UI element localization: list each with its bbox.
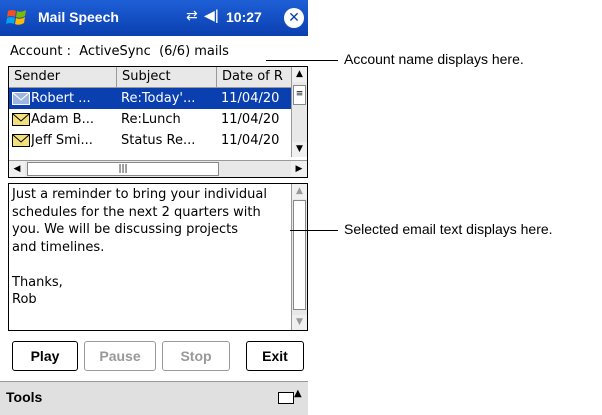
list-horizontal-scrollbar[interactable]: ◀ ||| ▶ xyxy=(9,160,307,177)
tools-menu[interactable]: Tools xyxy=(6,389,42,405)
scroll-thumb[interactable] xyxy=(293,200,306,310)
close-icon[interactable]: ✕ xyxy=(284,8,304,28)
windows-logo-icon[interactable] xyxy=(6,7,30,29)
input-menu-arrow-icon[interactable]: ▲ xyxy=(294,388,302,399)
row-date: 11/04/20 xyxy=(221,91,280,106)
title-bar: Mail Speech ⇄ ◀ǀ 10:27 ✕ xyxy=(0,0,308,36)
row-subject: Status Re... xyxy=(121,133,196,148)
horizontal-scroll-thumb[interactable]: ||| xyxy=(27,162,219,176)
scroll-left-icon[interactable]: ◀ xyxy=(9,161,25,177)
list-vertical-scrollbar[interactable]: ▲ ≡ ▼ xyxy=(291,67,307,157)
clock-time[interactable]: 10:27 xyxy=(226,9,262,25)
scroll-thumb[interactable]: ≡ xyxy=(293,85,306,105)
envelope-icon xyxy=(12,113,30,126)
row-sender: Adam B... xyxy=(31,112,94,127)
row-subject: Re:Today'... xyxy=(121,91,196,106)
account-callout-text: Account name displays here. xyxy=(344,51,524,67)
account-callout-line xyxy=(266,60,338,61)
table-row[interactable]: Adam B... Re:Lunch 11/04/20 xyxy=(9,109,291,130)
row-date: 11/04/20 xyxy=(221,133,280,148)
account-label: Account : ActiveSync (6/6) mails xyxy=(10,44,229,59)
mail-list[interactable]: Sender Subject Date of R Robert ... Re:T… xyxy=(8,66,308,178)
scroll-up-icon[interactable]: ▲ xyxy=(292,184,307,199)
column-header-date[interactable]: Date of R xyxy=(217,67,291,87)
pocket-pc-screen: Mail Speech ⇄ ◀ǀ 10:27 ✕ Account : Activ… xyxy=(0,0,308,415)
scroll-down-icon[interactable]: ▼ xyxy=(292,142,307,157)
exit-button[interactable]: Exit xyxy=(246,341,304,371)
table-row[interactable]: Jeff Smi... Status Re... 11/04/20 xyxy=(9,130,291,151)
scroll-right-icon[interactable]: ▶ xyxy=(291,161,307,177)
envelope-icon xyxy=(12,134,30,147)
email-body-box[interactable]: Just a reminder to bring your individual… xyxy=(8,183,308,331)
email-callout-line xyxy=(290,230,338,231)
row-sender: Robert ... xyxy=(31,91,91,106)
column-header-subject[interactable]: Subject xyxy=(117,67,217,87)
row-subject: Re:Lunch xyxy=(121,112,181,127)
row-date: 11/04/20 xyxy=(221,112,280,127)
envelope-read-icon xyxy=(12,92,30,105)
scroll-up-icon[interactable]: ▲ xyxy=(292,67,307,82)
play-button[interactable]: Play xyxy=(12,341,78,371)
table-row[interactable]: Robert ... Re:Today'... 11/04/20 xyxy=(9,88,291,109)
email-callout-text: Selected email text displays here. xyxy=(344,221,553,237)
sync-icon[interactable]: ⇄ xyxy=(186,8,198,24)
email-body-text: Just a reminder to bring your individual… xyxy=(12,187,267,307)
column-header-sender[interactable]: Sender xyxy=(9,67,117,87)
email-vertical-scrollbar[interactable]: ▲ ▼ xyxy=(291,184,307,330)
app-title: Mail Speech xyxy=(38,9,119,25)
list-header: Sender Subject Date of R xyxy=(9,67,291,88)
keyboard-icon[interactable] xyxy=(278,392,294,404)
row-sender: Jeff Smi... xyxy=(31,133,93,148)
pause-button[interactable]: Pause xyxy=(84,341,156,371)
menu-bar: Tools ▲ xyxy=(0,381,308,415)
scroll-down-icon[interactable]: ▼ xyxy=(292,315,307,330)
stop-button[interactable]: Stop xyxy=(162,341,230,371)
volume-icon[interactable]: ◀ǀ xyxy=(204,8,219,24)
